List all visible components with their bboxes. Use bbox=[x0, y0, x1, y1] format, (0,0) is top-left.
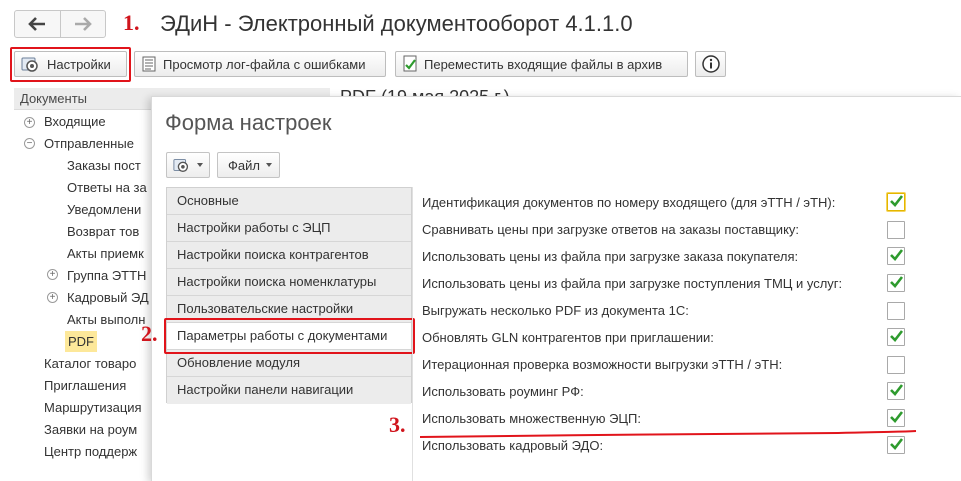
option-label: Использовать цены из файла при загрузке … bbox=[422, 276, 843, 291]
option-label: Обновлять GLN контрагентов при приглашен… bbox=[422, 330, 714, 345]
back-button[interactable] bbox=[15, 11, 60, 37]
tree-item-acceptance-acts[interactable]: Акты приемк bbox=[67, 243, 144, 264]
tree-item-orders[interactable]: Заказы пост bbox=[67, 155, 141, 176]
option-label: Использовать множественную ЭЦП: bbox=[422, 411, 641, 426]
check-icon bbox=[890, 411, 904, 423]
nav-buttons bbox=[14, 10, 106, 38]
info-icon bbox=[701, 55, 720, 73]
info-button[interactable] bbox=[695, 51, 726, 77]
option-label: Сравнивать цены при загрузке ответов на … bbox=[422, 222, 800, 237]
check-icon bbox=[890, 276, 904, 288]
option-label: Использовать роуминг РФ: bbox=[422, 384, 584, 399]
collapse-icon[interactable]: − bbox=[24, 138, 35, 149]
expand-icon[interactable]: + bbox=[47, 292, 58, 303]
highlight-document-params bbox=[164, 318, 415, 354]
arrow-right-icon bbox=[74, 17, 92, 31]
tree-item-pdf[interactable]: PDF bbox=[65, 331, 97, 352]
tree-item-work-acts[interactable]: Акты выполн bbox=[67, 309, 145, 330]
expand-icon[interactable]: + bbox=[24, 117, 35, 128]
section-item-module-update[interactable]: Обновление модуля bbox=[167, 350, 411, 377]
form-title: Форма настроек bbox=[165, 110, 332, 135]
settings-button[interactable]: Настройки bbox=[14, 51, 127, 77]
tree-item-returns[interactable]: Возврат тов bbox=[67, 221, 139, 242]
annotation-step-2: 2. bbox=[141, 321, 158, 346]
option-label: Использовать цены из файла при загрузке … bbox=[422, 249, 799, 264]
tree-item-incoming[interactable]: Входящие bbox=[44, 111, 106, 132]
option-checkbox[interactable] bbox=[887, 409, 905, 427]
tree-item-sent[interactable]: Отправленные bbox=[44, 133, 134, 154]
file-menu-button[interactable]: Файл bbox=[217, 152, 280, 178]
section-item-main[interactable]: Основные bbox=[167, 188, 411, 215]
section-item-nav-panel[interactable]: Настройки панели навигации bbox=[167, 377, 411, 404]
option-checkbox[interactable] bbox=[887, 328, 905, 346]
sections-list: Основные Настройки работы с ЭЦП Настройк… bbox=[166, 187, 412, 404]
tree-item-routing[interactable]: Маршрутизация bbox=[44, 397, 142, 418]
option-checkbox[interactable] bbox=[887, 274, 905, 292]
option-checkbox[interactable] bbox=[887, 356, 905, 374]
document-list-icon bbox=[142, 56, 156, 72]
arrow-left-icon bbox=[28, 17, 46, 31]
tree-item-ettn-group[interactable]: Группа ЭТТН bbox=[67, 265, 146, 286]
view-log-button[interactable]: Просмотр лог-файла с ошибками bbox=[134, 51, 386, 77]
tree-item-notifications[interactable]: Уведомлени bbox=[67, 199, 141, 220]
panel-divider bbox=[412, 187, 413, 481]
section-item-nomenclature-search[interactable]: Настройки поиска номенклатуры bbox=[167, 269, 411, 296]
settings-gear-icon bbox=[21, 57, 38, 72]
section-item-ecp[interactable]: Настройки работы с ЭЦП bbox=[167, 215, 411, 242]
section-item-counterparty-search[interactable]: Настройки поиска контрагентов bbox=[167, 242, 411, 269]
annotation-step-1: 1. bbox=[123, 10, 140, 35]
tree-item-support-center[interactable]: Центр поддерж bbox=[44, 441, 137, 462]
option-checkbox[interactable] bbox=[887, 302, 905, 320]
file-menu-label: Файл bbox=[228, 157, 260, 173]
view-log-label: Просмотр лог-файла с ошибками bbox=[163, 56, 366, 72]
tree-item-roaming-requests[interactable]: Заявки на роум bbox=[44, 419, 137, 440]
tree-item-invitations[interactable]: Приглашения bbox=[44, 375, 126, 396]
move-to-archive-label: Переместить входящие файлы в архив bbox=[424, 56, 663, 72]
option-checkbox[interactable] bbox=[887, 221, 905, 239]
option-label: Выгружать несколько PDF из документа 1С: bbox=[422, 303, 689, 318]
option-checkbox[interactable] bbox=[887, 382, 905, 400]
settings-button-label: Настройки bbox=[47, 56, 111, 72]
annotation-step-3: 3. bbox=[389, 412, 406, 437]
move-to-archive-button[interactable]: Переместить входящие файлы в архив bbox=[395, 51, 688, 77]
check-icon bbox=[890, 384, 904, 396]
forward-button[interactable] bbox=[59, 11, 106, 37]
chevron-down-icon bbox=[197, 163, 203, 167]
tree-item-catalog[interactable]: Каталог товаро bbox=[44, 353, 136, 374]
form-settings-menu-button[interactable] bbox=[166, 152, 210, 178]
annotation-underline bbox=[419, 430, 917, 438]
check-icon bbox=[890, 249, 904, 261]
chevron-down-icon bbox=[265, 163, 272, 167]
option-label: Идентификация документов по номеру входя… bbox=[422, 195, 836, 210]
app-title: ЭДиН - Электронный документооборот 4.1.1… bbox=[160, 11, 633, 36]
option-checkbox[interactable] bbox=[887, 193, 905, 211]
tree-item-order-responses[interactable]: Ответы на за bbox=[67, 177, 147, 198]
option-label: Итерационная проверка возможности выгруз… bbox=[422, 357, 783, 372]
expand-icon[interactable]: + bbox=[47, 269, 58, 280]
check-icon bbox=[890, 330, 904, 342]
option-checkbox[interactable] bbox=[887, 247, 905, 265]
settings-gear-icon bbox=[173, 159, 189, 172]
check-icon bbox=[890, 195, 904, 207]
tree-item-hr-edo[interactable]: Кадровый ЭД bbox=[67, 287, 149, 308]
document-check-icon bbox=[403, 55, 417, 72]
